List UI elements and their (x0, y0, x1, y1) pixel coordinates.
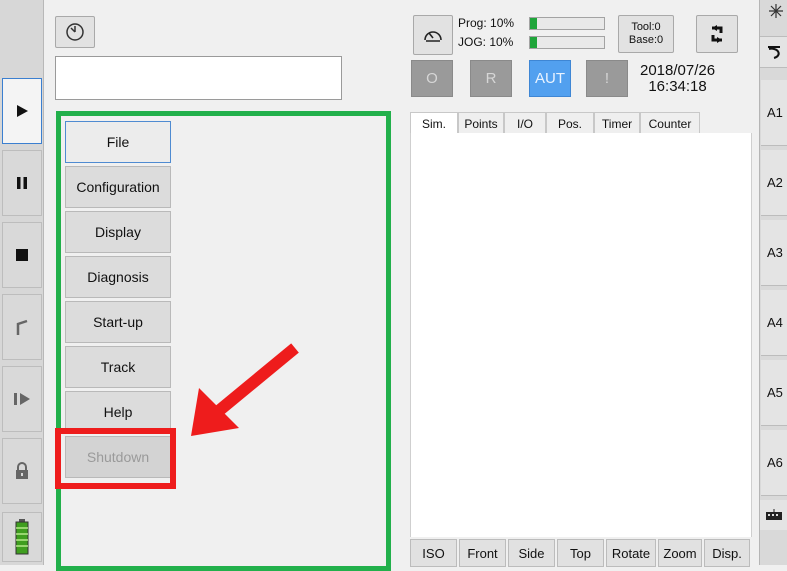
tab-io[interactable]: I/O (504, 112, 546, 134)
pause-button[interactable] (2, 150, 42, 216)
axis-a2-button[interactable]: A2 (761, 150, 787, 216)
left-toolbar (0, 0, 44, 565)
battery-icon (15, 519, 29, 555)
override-button[interactable] (413, 15, 453, 55)
mode-aut-button[interactable]: AUT (529, 60, 571, 97)
step-button[interactable] (2, 366, 42, 432)
mode-alert-button[interactable]: ! (586, 60, 628, 97)
menu-item-configuration[interactable]: Configuration (65, 166, 171, 208)
axis-a1-button[interactable]: A1 (761, 80, 787, 146)
play-button[interactable] (2, 78, 42, 144)
robot-arm-icon (16, 319, 28, 335)
annotation-arrow-icon (191, 343, 299, 436)
date-label: 2018/07/26 (640, 62, 716, 79)
clock-button[interactable] (55, 16, 95, 48)
jog-override-bar (529, 36, 605, 49)
mode-r-button[interactable]: R (470, 60, 512, 97)
base-label: Base:0 (628, 34, 664, 46)
menu-item-start-up[interactable]: Start-up (65, 301, 171, 343)
tab-timer[interactable]: Timer (594, 112, 640, 134)
view-iso-button[interactable]: ISO (410, 539, 457, 567)
clock-icon (66, 23, 84, 41)
tab-points[interactable]: Points (458, 112, 504, 134)
menu-item-track[interactable]: Track (65, 346, 171, 388)
menu-item-file[interactable]: File (65, 121, 171, 163)
tab-pos[interactable]: Pos. (546, 112, 594, 134)
robot-arm-button[interactable] (2, 294, 42, 360)
view-front-button[interactable]: Front (459, 539, 506, 567)
axis-a5-button[interactable]: A5 (761, 360, 787, 426)
gauge-icon (424, 31, 442, 42)
keyboard-icon (766, 509, 782, 520)
view-top-button[interactable]: Top (557, 539, 604, 567)
prog-override-fill (530, 18, 538, 29)
status-message-field[interactable] (55, 56, 342, 100)
tool-label: Tool:0 (631, 21, 661, 33)
view-side-button[interactable]: Side (508, 539, 555, 567)
axis-a6-button[interactable]: A6 (761, 430, 787, 496)
mode-o-button[interactable]: O (411, 60, 453, 97)
tab-counter[interactable]: Counter (640, 112, 700, 134)
play-icon (17, 105, 28, 117)
view-rotate-button[interactable]: Rotate (606, 539, 656, 567)
datetime-display: 2018/07/26 16:34:18 (640, 63, 715, 95)
jog-override-fill (530, 37, 538, 48)
tool-base-button[interactable]: Tool:0 Base:0 (618, 15, 674, 53)
battery-indicator (2, 512, 42, 562)
menu-item-help[interactable]: Help (65, 391, 171, 433)
stop-button[interactable] (2, 222, 42, 288)
stop-icon (16, 249, 28, 261)
prog-override-label: Prog: 10% (458, 16, 515, 30)
swap-icon (711, 25, 723, 43)
menu-item-diagnosis[interactable]: Diagnosis (65, 256, 171, 298)
lock-icon (16, 462, 28, 479)
axis-a4-button[interactable]: A4 (761, 290, 787, 356)
right-axis-bar: A1 A2 A3 A4 A5 A6 (759, 0, 787, 565)
pause-icon (17, 177, 27, 189)
swap-button[interactable] (696, 15, 738, 53)
lock-button[interactable] (2, 438, 42, 504)
menu-item-display[interactable]: Display (65, 211, 171, 253)
view-disp-button[interactable]: Disp. (704, 539, 750, 567)
axis-a3-button[interactable]: A3 (761, 220, 787, 286)
shutdown-annotation-box (55, 428, 176, 489)
keyboard-button[interactable] (760, 500, 787, 530)
view-zoom-button[interactable]: Zoom (658, 539, 702, 567)
jog-override-label: JOG: 10% (458, 35, 514, 49)
rotation-button[interactable] (760, 36, 787, 68)
sparkle-icon (769, 4, 783, 18)
step-icon (14, 393, 30, 405)
simulation-viewport[interactable] (410, 133, 752, 537)
tab-sim[interactable]: Sim. (410, 112, 458, 134)
rotation-icon (768, 46, 780, 59)
time-label: 16:34:18 (648, 78, 707, 95)
prog-override-bar (529, 17, 605, 30)
